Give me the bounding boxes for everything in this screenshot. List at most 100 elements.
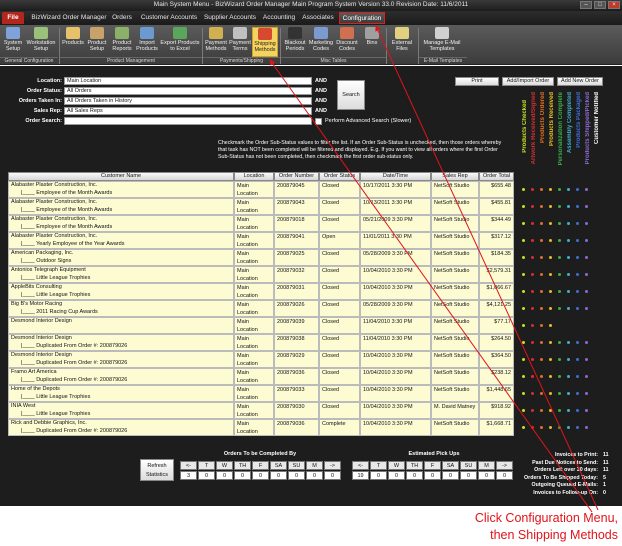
payment-methods-button[interactable]: Payment Methods [204,27,228,57]
export-products-button[interactable]: Export Products to Excel [159,27,201,57]
tab-associates[interactable]: Associates [302,12,334,24]
tab-file[interactable]: File [2,12,24,24]
manage-email-templates-button[interactable]: Manage E-Mail Templates [420,27,464,57]
blackout-periods-button[interactable]: Blackout Periods [282,27,308,57]
substatus-indicator[interactable] [549,409,552,412]
table-row[interactable]: American Packaging, Inc. |____ Outdoor Si… [8,249,514,266]
substatus-indicator[interactable] [576,239,579,242]
substatus-indicator[interactable] [540,222,543,225]
substatus-indicator[interactable] [522,222,525,225]
substatus-indicator[interactable] [558,188,561,191]
substatus-indicator[interactable] [522,307,525,310]
substatus-indicator[interactable] [558,392,561,395]
substatus-indicator[interactable] [549,307,552,310]
shipping-methods-button[interactable]: Shipping Methods [252,27,278,57]
substatus-indicator[interactable] [558,256,561,259]
substatus-indicator[interactable] [585,222,588,225]
tab-orders[interactable]: Orders [110,12,134,24]
import-products-button[interactable]: Import Products [135,27,159,57]
sales-rep-select[interactable]: All Sales Reps [64,107,312,115]
external-files-button[interactable]: External Files [388,27,416,57]
completed_week-day-count[interactable]: 0 [234,471,251,480]
products-button[interactable]: Products [61,27,85,57]
substatus-indicator[interactable] [558,290,561,293]
substatus-indicator[interactable] [549,188,552,191]
product-reports-button[interactable]: Product Reports [109,27,135,57]
substatus-indicator[interactable] [585,290,588,293]
substatus-indicator[interactable] [522,239,525,242]
column-header-date[interactable]: Date/Time [360,172,431,181]
pickups_week-day-count[interactable]: 19 [352,471,369,480]
substatus-indicator[interactable] [558,205,561,208]
pickups_week-day-header[interactable]: <- [352,461,369,470]
pickups_week-day-count[interactable]: 0 [478,471,495,480]
substatus-indicator[interactable] [576,392,579,395]
substatus-indicator[interactable] [531,222,534,225]
pickups_week-day-count[interactable]: 0 [424,471,441,480]
tab-order-manager[interactable]: BizWizard Order Manager [30,12,108,24]
search-button[interactable]: Search [337,80,365,110]
substatus-indicator[interactable] [558,273,561,276]
substatus-indicator[interactable] [576,273,579,276]
substatus-indicator[interactable] [531,358,534,361]
table-row[interactable]: Framo Art America |____ Duplicated From O… [8,368,514,385]
tab-supplier-accounts[interactable]: Supplier Accounts [203,12,257,24]
minimize-icon[interactable]: – [580,1,592,9]
substatus-indicator[interactable] [585,205,588,208]
substatus-indicator[interactable] [522,392,525,395]
substatus-indicator[interactable] [567,188,570,191]
substatus-indicator[interactable] [522,273,525,276]
table-row[interactable]: Alabaster Plaster Construction, Inc. |___… [8,181,514,198]
substatus-indicator[interactable] [531,375,534,378]
table-row[interactable]: Desmond Interior Design |____ Duplicated … [8,351,514,368]
substatus-indicator[interactable] [540,341,543,344]
substatus-indicator[interactable] [549,392,552,395]
substatus-indicator[interactable] [549,205,552,208]
substatus-indicator[interactable] [558,375,561,378]
substatus-indicator[interactable] [567,375,570,378]
substatus-indicator[interactable] [576,409,579,412]
pickups_week-day-count[interactable]: 0 [442,471,459,480]
marketing-codes-button[interactable]: Marketing Codes [308,27,334,57]
refresh-statistics-button[interactable]: Refresh Statistics [140,459,174,481]
substatus-indicator[interactable] [531,392,534,395]
substatus-indicator[interactable] [540,239,543,242]
order-search-input[interactable] [64,117,312,125]
column-header-order-status[interactable]: Order Status [319,172,360,181]
substatus-indicator[interactable] [522,426,525,429]
substatus-indicator[interactable] [576,205,579,208]
substatus-indicator[interactable] [558,222,561,225]
table-row[interactable]: AppleBits Consulting |____ Little League … [8,283,514,300]
substatus-indicator[interactable] [540,256,543,259]
maximize-icon[interactable]: □ [594,1,606,9]
substatus-indicator[interactable] [531,409,534,412]
stat-value[interactable]: 11 [603,452,609,458]
tab-accounting[interactable]: Accounting [262,12,296,24]
close-icon[interactable]: × [608,1,620,9]
substatus-indicator[interactable] [522,290,525,293]
substatus-indicator[interactable] [585,307,588,310]
column-header-order-total[interactable]: Order Total [479,172,514,181]
substatus-indicator[interactable] [549,426,552,429]
completed_week-day-header[interactable]: -> [324,461,341,470]
substatus-indicator[interactable] [567,239,570,242]
table-row[interactable]: Alabaster Plaster Construction, Inc. |___… [8,198,514,215]
substatus-indicator[interactable] [558,426,561,429]
payment-terms-button[interactable]: Payment Terms [228,27,252,57]
substatus-indicator[interactable] [567,290,570,293]
substatus-indicator[interactable] [549,324,552,327]
substatus-indicator[interactable] [567,273,570,276]
add-import-order-button[interactable]: Add/Import Order [502,77,554,86]
table-row[interactable]: Antonios Telegraph Equipment |____ Little… [8,266,514,283]
completed_week-day-count[interactable]: 0 [270,471,287,480]
stat-value[interactable]: 11 [603,467,609,473]
substatus-indicator[interactable] [585,392,588,395]
substatus-indicator[interactable] [540,188,543,191]
substatus-indicator[interactable] [585,358,588,361]
order-status-select[interactable]: All Orders [64,87,312,95]
stat-value[interactable]: 5 [603,475,606,481]
substatus-indicator[interactable] [540,358,543,361]
table-row[interactable]: Alabaster Plaster Construction, Inc. |___… [8,215,514,232]
substatus-indicator[interactable] [576,358,579,361]
substatus-indicator[interactable] [540,324,543,327]
